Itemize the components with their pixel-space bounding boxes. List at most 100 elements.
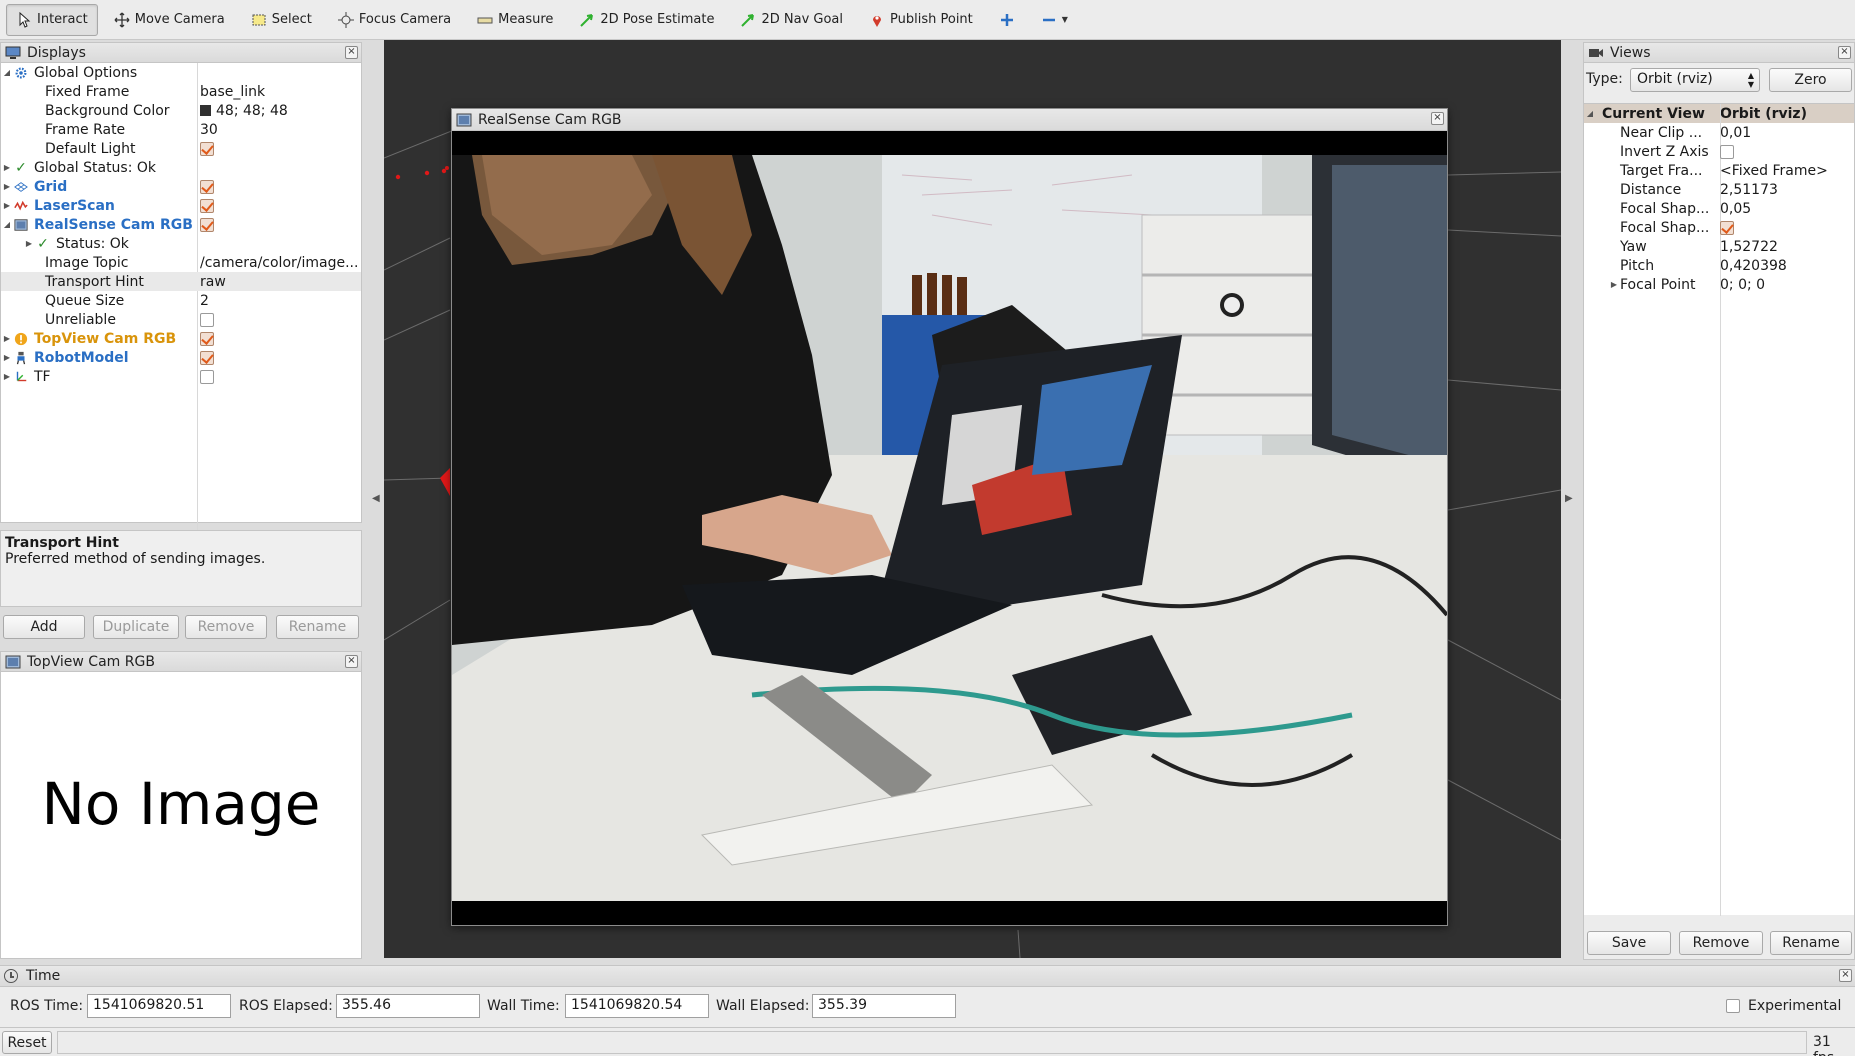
tree-row-realsense[interactable]: ◢ RealSense Cam RGB [1, 215, 361, 234]
tree-row-yaw[interactable]: Yaw 1,52722 [1584, 237, 1854, 256]
tree-row-topview[interactable]: ▶ TopView Cam RGB [1, 329, 361, 348]
expand-down-icon[interactable]: ◢ [1, 68, 13, 77]
expand-right-icon[interactable]: ▶ [1, 201, 13, 210]
tree-row-distance[interactable]: Distance 2,51173 [1584, 180, 1854, 199]
tree-row-target-frame[interactable]: Target Fra... <Fixed Frame> [1584, 161, 1854, 180]
tree-row-global-options[interactable]: ◢ Global Options [1, 63, 361, 82]
view-type-select[interactable]: Orbit (rviz) ▲ ▼ [1630, 68, 1760, 92]
yaw-value[interactable]: 1,52722 [1716, 239, 1854, 255]
view-rename-button[interactable]: Rename [1770, 931, 1852, 955]
ros-elapsed-field[interactable]: 355.46 [336, 994, 480, 1018]
tree-row-image-topic[interactable]: Image Topic /camera/color/image... [1, 253, 361, 272]
tree-row-current-view[interactable]: ◢ Current View Orbit (rviz) [1584, 104, 1854, 123]
expand-right-icon[interactable]: ▶ [1, 163, 13, 172]
tree-row-unreliable[interactable]: Unreliable [1, 310, 361, 329]
experimental-checkbox[interactable] [1726, 999, 1740, 1013]
tree-row-grid[interactable]: ▶ Grid [1, 177, 361, 196]
monitor-icon [5, 46, 21, 59]
tree-row-pitch[interactable]: Pitch 0,420398 [1584, 256, 1854, 275]
image-topic-label: Image Topic [45, 254, 129, 271]
ros-time-field[interactable]: 1541069820.51 [87, 994, 231, 1018]
transport-hint-value[interactable]: raw [197, 274, 361, 290]
interact-label: Interact [37, 12, 88, 27]
expand-right-icon[interactable]: ▶ [1, 334, 13, 343]
tree-row-focal-shape-size[interactable]: Focal Shap... 0,05 [1584, 199, 1854, 218]
queue-size-value[interactable]: 2 [197, 293, 361, 309]
reset-button[interactable]: Reset [2, 1031, 52, 1054]
tree-row-default-light[interactable]: Default Light [1, 139, 361, 158]
focus-camera-tool[interactable]: Focus Camera [328, 4, 461, 36]
focal-point-value[interactable]: 0; 0; 0 [1716, 277, 1854, 293]
laserscan-checkbox[interactable] [200, 198, 214, 213]
close-icon[interactable]: × [1839, 969, 1852, 982]
publish-point-tool[interactable]: Publish Point [859, 4, 983, 36]
pose-estimate-tool[interactable]: 2D Pose Estimate [569, 4, 724, 36]
tree-row-transport-hint[interactable]: Transport Hint raw [1, 272, 361, 291]
invert-z-checkbox[interactable] [1720, 144, 1734, 159]
right-splitter-arrow-icon[interactable]: ▶ [1565, 493, 1573, 504]
tree-row-tf[interactable]: ▶ TF [1, 367, 361, 386]
wall-elapsed-field[interactable]: 355.39 [812, 994, 956, 1018]
target-frame-value[interactable]: <Fixed Frame> [1716, 163, 1854, 179]
left-splitter-arrow-icon[interactable]: ◀ [372, 493, 380, 504]
remove-tool-menu[interactable]: ▼ [1031, 4, 1078, 36]
tf-checkbox[interactable] [200, 369, 214, 384]
wall-time-field[interactable]: 1541069820.54 [565, 994, 709, 1018]
view-save-button[interactable]: Save [1587, 931, 1671, 955]
close-icon[interactable]: × [1431, 112, 1444, 125]
tree-row-global-status[interactable]: ▶ ✓ Global Status: Ok [1, 158, 361, 177]
tree-row-fixed-frame[interactable]: Fixed Frame base_link [1, 82, 361, 101]
interact-tool[interactable]: Interact [6, 3, 98, 36]
close-icon[interactable]: × [1838, 46, 1851, 59]
expand-right-icon[interactable]: ▶ [1, 372, 13, 381]
tree-row-frame-rate[interactable]: Frame Rate 30 [1, 120, 361, 139]
expand-right-icon[interactable]: ▶ [1608, 280, 1620, 289]
image-window-title-bar[interactable]: RealSense Cam RGB × [452, 109, 1447, 131]
expand-right-icon[interactable]: ▶ [1, 182, 13, 191]
expand-down-icon[interactable]: ◢ [1584, 109, 1596, 118]
tree-row-focal-shape-fixed[interactable]: Focal Shap... [1584, 218, 1854, 237]
unreliable-checkbox[interactable] [200, 312, 214, 327]
move-camera-tool[interactable]: Move Camera [104, 4, 235, 36]
tree-row-invert-z[interactable]: Invert Z Axis [1584, 142, 1854, 161]
tree-row-status-ok[interactable]: ▶ ✓ Status: Ok [1, 234, 361, 253]
render-viewport[interactable]: RealSense Cam RGB × [384, 40, 1561, 958]
image-topic-value[interactable]: /camera/color/image... [197, 255, 361, 271]
topview-checkbox[interactable] [200, 331, 214, 346]
tree-row-focal-point[interactable]: ▶ Focal Point 0; 0; 0 [1584, 275, 1854, 294]
near-clip-value[interactable]: 0,01 [1716, 125, 1854, 141]
duplicate-button[interactable]: Duplicate [93, 615, 179, 639]
realsense-checkbox[interactable] [200, 217, 214, 232]
nav-goal-tool[interactable]: 2D Nav Goal [730, 4, 853, 36]
select-tool[interactable]: Select [241, 4, 322, 36]
pitch-value[interactable]: 0,420398 [1716, 258, 1854, 274]
grid-checkbox[interactable] [200, 179, 214, 194]
rename-button[interactable]: Rename [276, 615, 359, 639]
measure-tool[interactable]: Measure [467, 4, 563, 36]
focal-shape-size-value[interactable]: 0,05 [1716, 201, 1854, 217]
close-icon[interactable]: × [345, 46, 358, 59]
robotmodel-checkbox[interactable] [200, 350, 214, 365]
close-icon[interactable]: × [345, 655, 358, 668]
add-tool-button[interactable] [989, 4, 1025, 36]
default-light-checkbox[interactable] [200, 141, 214, 156]
zero-button[interactable]: Zero [1769, 68, 1852, 92]
tree-row-laserscan[interactable]: ▶ LaserScan [1, 196, 361, 215]
tree-row-near-clip[interactable]: Near Clip ... 0,01 [1584, 123, 1854, 142]
frame-rate-value[interactable]: 30 [197, 122, 361, 138]
expand-right-icon[interactable]: ▶ [1, 353, 13, 362]
tree-row-robotmodel[interactable]: ▶ RobotModel [1, 348, 361, 367]
add-button[interactable]: Add [3, 615, 85, 639]
distance-value[interactable]: 2,51173 [1716, 182, 1854, 198]
background-color-field[interactable]: 48; 48; 48 [197, 103, 361, 119]
expand-right-icon[interactable]: ▶ [23, 239, 35, 248]
tree-row-queue-size[interactable]: Queue Size 2 [1, 291, 361, 310]
remove-button[interactable]: Remove [185, 615, 267, 639]
view-type-value: Orbit (rviz) [1637, 71, 1713, 87]
tree-row-background-color[interactable]: Background Color 48; 48; 48 [1, 101, 361, 120]
focal-shape-fixed-checkbox[interactable] [1720, 220, 1734, 235]
expand-down-icon[interactable]: ◢ [1, 220, 13, 229]
fixed-frame-value[interactable]: base_link [197, 84, 361, 100]
realsense-image-window[interactable]: RealSense Cam RGB × [451, 108, 1448, 926]
view-remove-button[interactable]: Remove [1679, 931, 1763, 955]
